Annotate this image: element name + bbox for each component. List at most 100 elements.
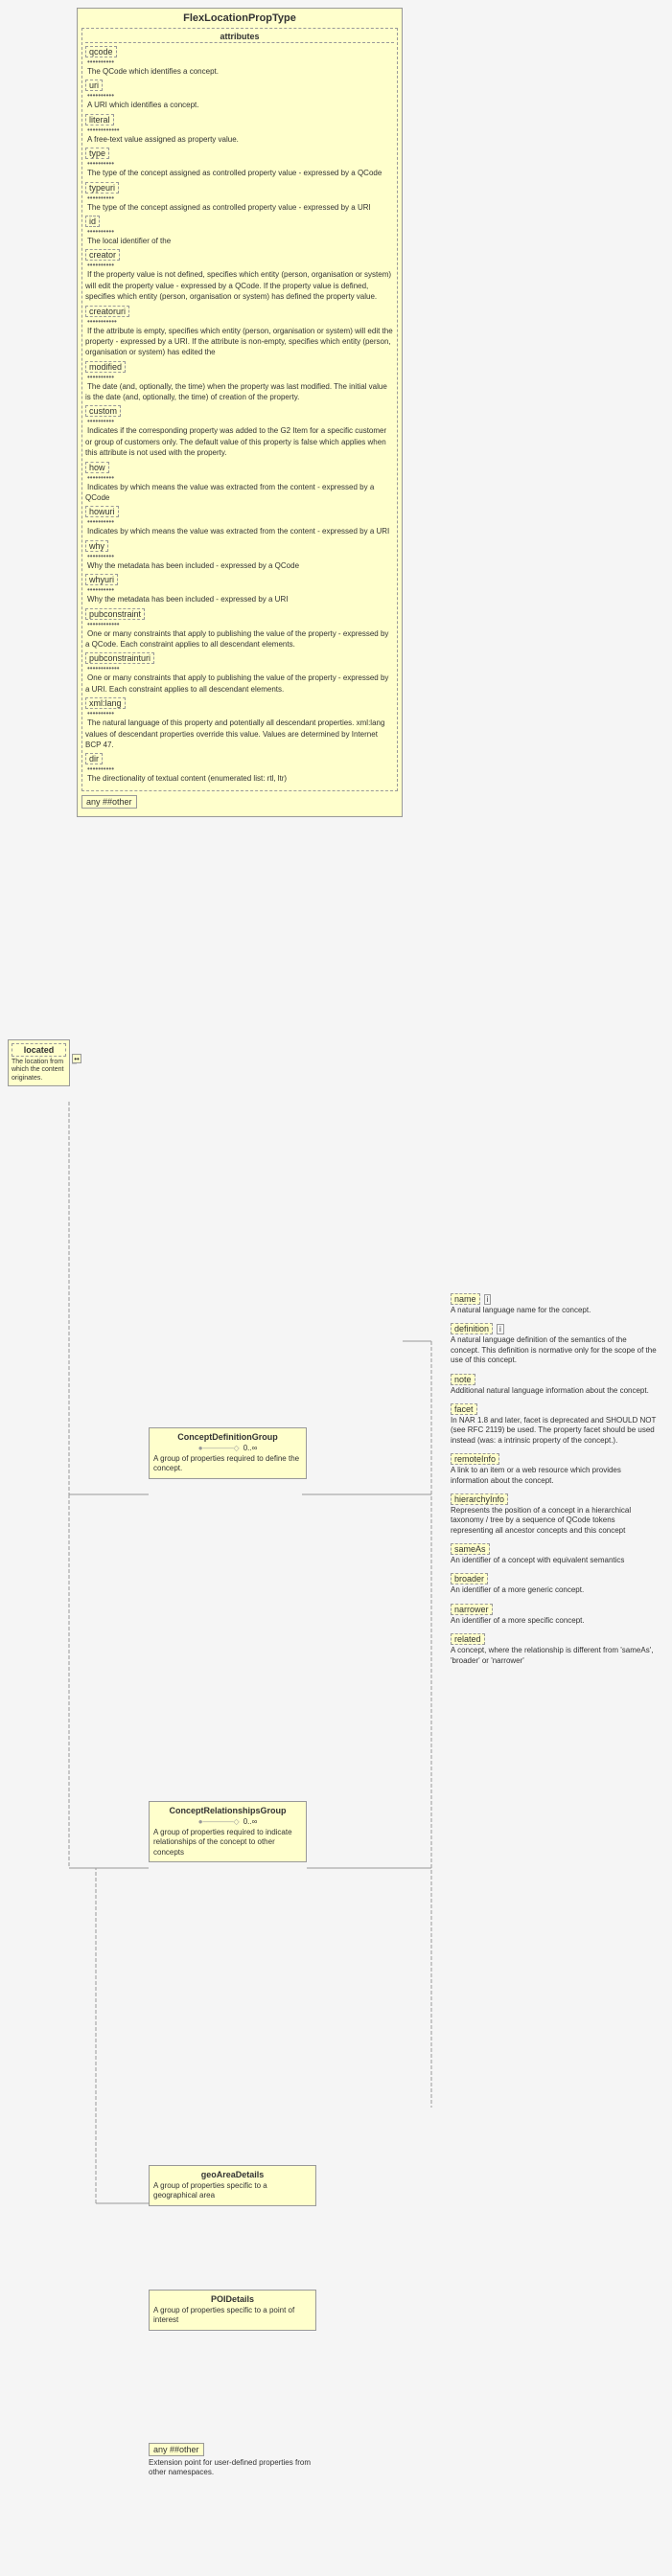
attr-desc-dir: The directionality of textual content (e…	[87, 774, 287, 783]
attr-desc-pubconstrainturi: One or many constraints that apply to pu…	[85, 673, 388, 693]
attr-pubconstraint: pubconstraint •••••••••••• One or many c…	[85, 608, 394, 650]
geo-area-details-box: geoAreaDetails A group of properties spe…	[149, 2165, 316, 2206]
attr-dots-whyuri: ••••••••••	[87, 585, 394, 594]
concept-definition-multiplicity: 0..∞	[243, 1444, 258, 1452]
poi-details-box: POIDetails A group of properties specifi…	[149, 2290, 316, 2331]
attr-dots-custom: ••••••••••	[87, 417, 394, 425]
right-definition-icon: i	[497, 1324, 504, 1334]
attr-dots-typeuri: ••••••••••	[87, 194, 394, 202]
right-sameas-desc: An identifier of a concept with equivale…	[451, 1556, 657, 1565]
poi-details-desc: A group of properties specific to a poin…	[153, 2306, 312, 2326]
attr-creatoruri: creatoruri ••••••••••• If the attribute …	[85, 306, 394, 358]
attr-desc-whyuri: Why the metadata has been included - exp…	[87, 595, 288, 604]
right-item-sameas: sameAs An identifier of a concept with e…	[451, 1543, 657, 1565]
right-name-icon: i	[484, 1294, 492, 1305]
attr-uri: uri •••••••••• A URI which identifies a …	[85, 80, 394, 110]
attr-desc-typeuri: The type of the concept assigned as cont…	[87, 203, 371, 212]
right-name-label: name	[451, 1293, 480, 1305]
attr-name-how: how	[85, 462, 109, 473]
attr-dots-type: ••••••••••	[87, 159, 394, 168]
any-other-row: any ##other	[81, 795, 398, 809]
attr-dots-qcode: ••••••••••	[87, 57, 394, 66]
right-facet-desc: In NAR 1.8 and later, facet is deprecate…	[451, 1416, 657, 1446]
right-item-broader: broader An identifier of a more generic …	[451, 1573, 657, 1595]
right-item-facet-header: facet	[451, 1403, 657, 1415]
poi-details-title: POIDetails	[153, 2294, 312, 2304]
right-sameas-label: sameAs	[451, 1543, 490, 1555]
concept-relationships-multiplicity: 0..∞	[243, 1817, 258, 1826]
right-name-desc: A natural language name for the concept.	[451, 1306, 657, 1315]
right-item-note-header: note	[451, 1374, 657, 1385]
any-other-label: any ##other	[81, 795, 137, 809]
attr-name-creatoruri: creatoruri	[85, 306, 129, 317]
attr-xmllang: xml:lang •••••••••• The natural language…	[85, 697, 394, 750]
attr-desc-pubconstraint: One or many constraints that apply to pu…	[85, 629, 388, 649]
concept-definition-group-box: ConceptDefinitionGroup ●————◇ 0..∞ A gro…	[149, 1427, 307, 1479]
concept-relationships-group-desc: A group of properties required to indica…	[153, 1828, 302, 1858]
any-other-bottom-label: any ##other	[149, 2443, 204, 2456]
attr-desc-creatoruri: If the attribute is empty, specifies whi…	[85, 327, 393, 357]
right-item-remoteinfo-header: remoteInfo	[451, 1453, 657, 1465]
attr-name-modified: modified	[85, 361, 126, 373]
attr-custom: custom •••••••••• Indicates if the corre…	[85, 405, 394, 458]
attr-desc-qcode: The QCode which identifies a concept.	[87, 67, 219, 76]
right-definition-label: definition	[451, 1323, 493, 1334]
concept-relationships-group-box: ConceptRelationshipsGroup ●————◇ 0..∞ A …	[149, 1801, 307, 1862]
attr-dots-modified: ••••••••••	[87, 373, 394, 381]
right-hierarchyinfo-desc: Represents the position of a concept in …	[451, 1506, 657, 1536]
attributes-title: attributes	[85, 32, 394, 43]
right-item-narrower: narrower An identifier of a more specifi…	[451, 1604, 657, 1626]
right-item-sameas-header: sameAs	[451, 1543, 657, 1555]
concept-definition-group-desc: A group of properties required to define…	[153, 1454, 302, 1474]
attr-dots-uri: ••••••••••	[87, 91, 394, 100]
attr-name-qcode: qcode	[85, 46, 117, 57]
right-note-desc: Additional natural language information …	[451, 1386, 657, 1396]
right-item-definition: definition i A natural language definiti…	[451, 1323, 657, 1365]
right-item-hierarchyinfo: hierarchyInfo Represents the position of…	[451, 1493, 657, 1536]
any-other-bottom-desc: Extension point for user-defined propert…	[149, 2458, 321, 2478]
attr-desc-howuri: Indicates by which means the value was e…	[87, 527, 389, 536]
right-item-name-header: name i	[451, 1293, 657, 1305]
concept-definition-group-title: ConceptDefinitionGroup	[153, 1432, 302, 1442]
right-item-broader-header: broader	[451, 1573, 657, 1584]
connector-node-left: ••	[72, 1054, 81, 1063]
attr-typeuri: typeuri •••••••••• The type of the conce…	[85, 182, 394, 213]
right-item-note: note Additional natural language informa…	[451, 1374, 657, 1396]
located-box: located The location from which the cont…	[8, 1039, 70, 1086]
right-remoteinfo-desc: A link to an item or a web resource whic…	[451, 1466, 657, 1486]
attr-desc-id: The local identifier of the	[87, 237, 171, 245]
attr-why: why •••••••••• Why the metadata has been…	[85, 540, 394, 571]
concept-relationships-connector-symbol: ●————◇	[198, 1817, 240, 1826]
right-definition-desc: A natural language definition of the sem…	[451, 1335, 657, 1365]
right-facet-label: facet	[451, 1403, 477, 1415]
right-item-name: name i A natural language name for the c…	[451, 1293, 657, 1315]
right-panel: name i A natural language name for the c…	[451, 1293, 657, 1674]
attr-desc-custom: Indicates if the corresponding property …	[85, 426, 386, 457]
attr-name-pubconstraint: pubconstraint	[85, 608, 145, 620]
attr-pubconstrainturi: pubconstrainturi •••••••••••• One or man…	[85, 652, 394, 695]
right-item-remoteinfo: remoteInfo A link to an item or a web re…	[451, 1453, 657, 1486]
attr-creator: creator •••••••••• If the property value…	[85, 249, 394, 302]
attr-name-uri: uri	[85, 80, 103, 91]
attr-name-xmllang: xml:lang	[85, 697, 126, 709]
concept-relationships-group-title: ConceptRelationshipsGroup	[153, 1806, 302, 1815]
concept-definition-connector: ●————◇ 0..∞	[153, 1444, 302, 1452]
right-hierarchyinfo-label: hierarchyInfo	[451, 1493, 508, 1505]
attr-name-typeuri: typeuri	[85, 182, 119, 194]
attr-desc-why: Why the metadata has been included - exp…	[87, 561, 299, 570]
right-related-label: related	[451, 1633, 485, 1645]
attr-desc-how: Indicates by which means the value was e…	[85, 483, 374, 502]
attr-dots-pubconstrainturi: ••••••••••••	[87, 664, 394, 672]
right-narrower-desc: An identifier of a more specific concept…	[451, 1616, 657, 1626]
geo-area-details-desc: A group of properties specific to a geog…	[153, 2181, 312, 2201]
attr-dots-how: ••••••••••	[87, 473, 394, 482]
geo-area-details-title: geoAreaDetails	[153, 2170, 312, 2179]
attr-dots-howuri: ••••••••••	[87, 517, 394, 526]
attr-desc-creator: If the property value is not defined, sp…	[85, 270, 391, 301]
attr-whyuri: whyuri •••••••••• Why the metadata has b…	[85, 574, 394, 604]
attr-dots-why: ••••••••••	[87, 552, 394, 560]
attr-desc-uri: A URI which identifies a concept.	[87, 101, 199, 109]
attr-qcode: qcode •••••••••• The QCode which identif…	[85, 46, 394, 77]
attr-desc-modified: The date (and, optionally, the time) whe…	[85, 382, 387, 401]
attr-name-literal: literal	[85, 114, 114, 125]
